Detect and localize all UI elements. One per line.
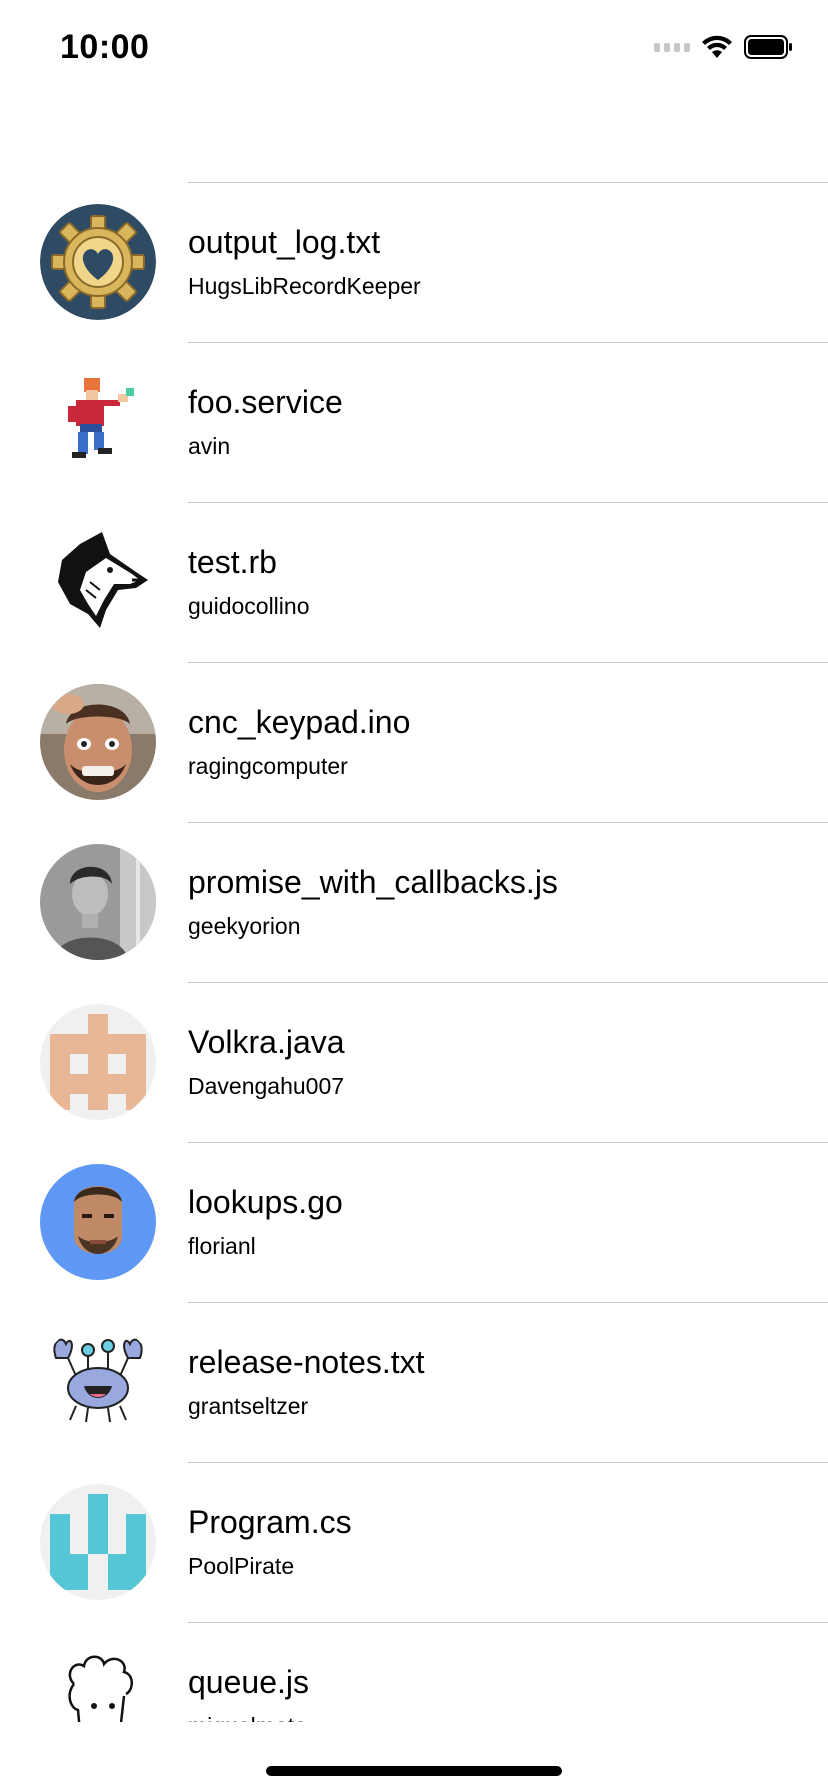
gist-filename: foo.service [188, 384, 343, 420]
wifi-icon [700, 34, 734, 60]
sketch-face-avatar [40, 1644, 156, 1722]
status-icons [654, 34, 794, 60]
gist-filename: output_log.txt [188, 224, 381, 260]
gist-filename: queue.js [188, 1664, 309, 1700]
gist-owner: florianl [188, 1233, 256, 1259]
photo-avatar [40, 684, 156, 800]
gist-owner: geekyorion [188, 913, 301, 939]
gist-filename: lookups.go [188, 1184, 343, 1220]
list-item[interactable]: cnc_keypad.ino ragingcomputer [0, 662, 828, 822]
status-time: 10:00 [60, 28, 150, 66]
list-item[interactable]: foo.service avin [0, 342, 828, 502]
gist-filename: promise_with_callbacks.js [188, 864, 558, 900]
list-item[interactable]: test.rb guidocollino [0, 502, 828, 662]
identicon-avatar [40, 1484, 156, 1600]
row-divider [188, 822, 828, 823]
gist-owner: PoolPirate [188, 1553, 295, 1579]
list-item[interactable]: Program.cs PoolPirate [0, 1462, 828, 1622]
gist-owner: miguelmota [188, 1713, 307, 1722]
identicon-avatar [40, 1004, 156, 1120]
row-divider [188, 662, 828, 663]
signal-icon [654, 42, 690, 52]
row-divider [188, 1142, 828, 1143]
row-divider [188, 1462, 828, 1463]
row-divider [188, 1302, 828, 1303]
row-divider [188, 342, 828, 343]
list-item[interactable]: output_log.txt HugsLibRecordKeeper [0, 182, 828, 342]
gist-filename: cnc_keypad.ino [188, 704, 411, 740]
crab-avatar [40, 1324, 156, 1440]
list-item[interactable]: promise_with_callbacks.js geekyorion [0, 822, 828, 982]
gear-heart-icon [40, 204, 156, 320]
photo-avatar [40, 1164, 156, 1280]
list-item[interactable]: queue.js miguelmota [0, 1622, 828, 1722]
row-divider [188, 502, 828, 503]
gist-owner: grantseltzer [188, 1393, 309, 1419]
gist-filename: Program.cs [188, 1504, 352, 1540]
wolf-avatar [40, 524, 156, 640]
gist-owner: ragingcomputer [188, 753, 348, 779]
gist-filename: test.rb [188, 544, 277, 580]
gist-filename: Volkra.java [188, 1024, 345, 1060]
list-item[interactable]: Volkra.java Davengahu007 [0, 982, 828, 1142]
gist-owner: guidocollino [188, 593, 310, 619]
status-bar: 10:00 [0, 0, 828, 100]
photo-avatar [40, 844, 156, 960]
gist-filename: release-notes.txt [188, 1344, 425, 1380]
gist-owner: Davengahu007 [188, 1073, 345, 1099]
row-divider [188, 1622, 828, 1623]
list-item[interactable]: release-notes.txt grantseltzer [0, 1302, 828, 1462]
home-indicator[interactable] [266, 1766, 562, 1776]
row-divider [188, 982, 828, 983]
battery-icon [744, 34, 794, 60]
list-item[interactable]: lookups.go florianl [0, 1142, 828, 1302]
gist-list: output_log.txt HugsLibRecordKeeper foo.s… [0, 182, 828, 1722]
gist-owner: HugsLibRecordKeeper [188, 273, 421, 299]
pixel-character-avatar [40, 364, 156, 480]
gist-owner: avin [188, 433, 231, 459]
row-divider [188, 182, 828, 183]
